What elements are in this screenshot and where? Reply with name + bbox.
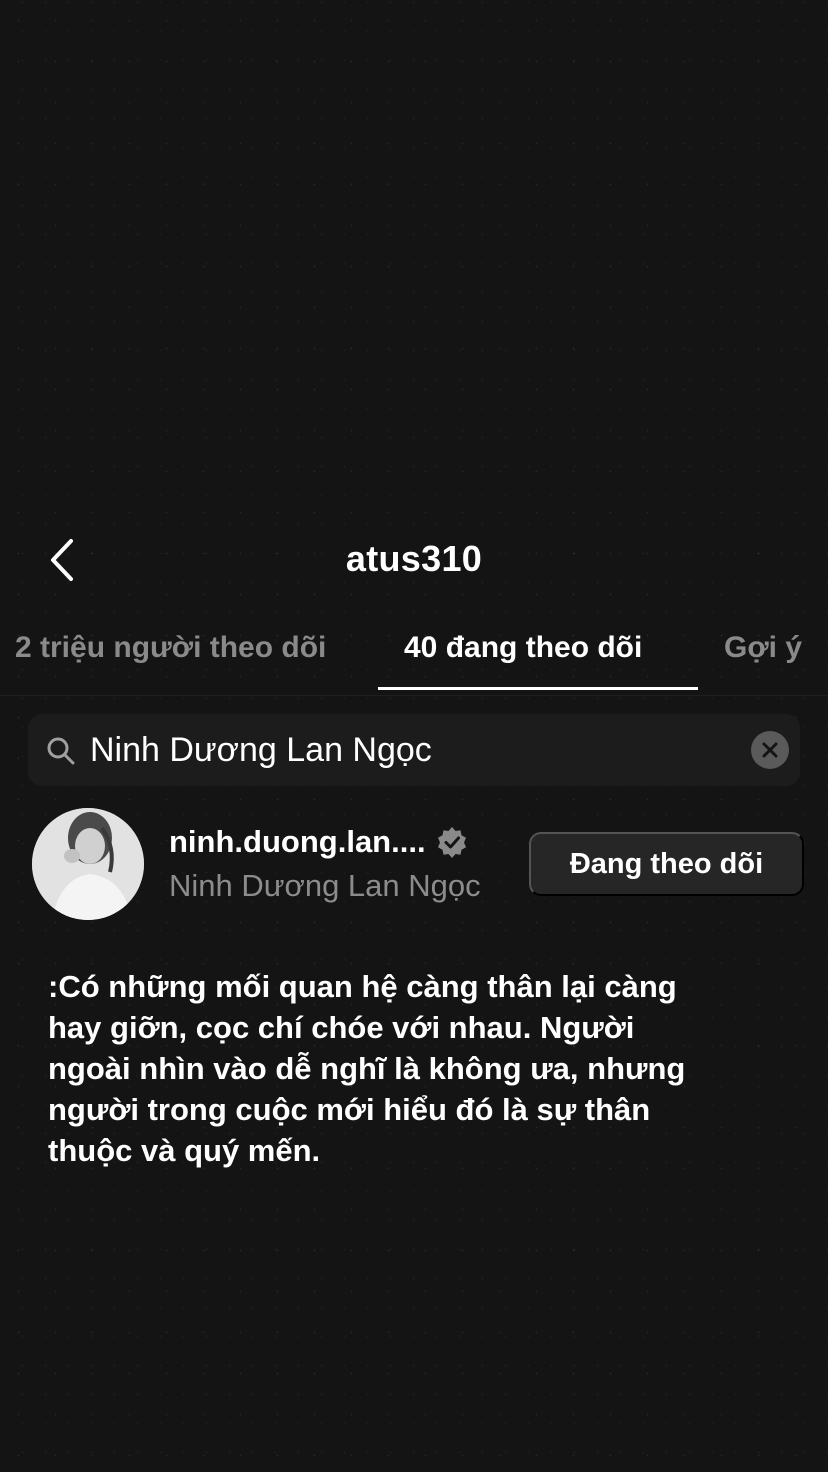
avatar[interactable] xyxy=(32,808,144,920)
tab-suggestions[interactable]: Gợi ý xyxy=(724,631,802,665)
tab-following[interactable]: 40 đang theo dõi xyxy=(404,631,642,665)
clear-search-button[interactable] xyxy=(751,731,789,769)
tab-followers[interactable]: 2 triệu người theo dõi xyxy=(15,631,326,665)
verified-badge-icon xyxy=(437,827,466,858)
page-title: atus310 xyxy=(345,538,483,579)
username: ninh.duong.lan.... xyxy=(169,824,426,859)
avatar-photo xyxy=(32,808,144,920)
header: atus310 xyxy=(0,520,828,600)
search-bar xyxy=(28,714,800,786)
username-line[interactable]: ninh.duong.lan.... xyxy=(169,824,468,860)
full-name: Ninh Dương Lan Ngọc xyxy=(169,868,481,903)
search-input[interactable] xyxy=(90,724,730,776)
search-icon xyxy=(47,737,75,765)
tab-bar: 2 triệu người theo dõi 40 đang theo dõi … xyxy=(0,615,828,696)
user-list-item[interactable]: ninh.duong.lan.... Ninh Dương Lan Ngọc Đ… xyxy=(0,806,828,922)
clear-icon xyxy=(762,742,778,758)
overlay-caption: :Có những mối quan hệ càng thân lại càng… xyxy=(48,969,686,1168)
following-button[interactable]: Đang theo dõi xyxy=(529,832,804,896)
active-tab-indicator xyxy=(378,687,698,690)
